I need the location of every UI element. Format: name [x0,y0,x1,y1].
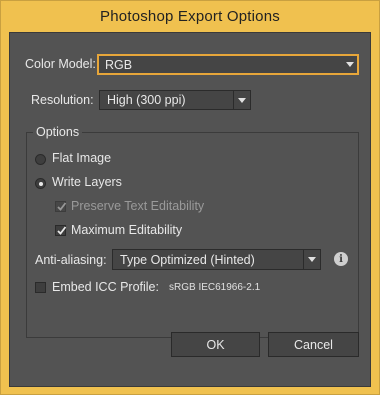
info-icon[interactable]: i [334,252,348,266]
chevron-down-icon [233,91,250,109]
color-model-label: Color Model: [25,57,96,71]
flat-image-radio[interactable] [35,154,46,165]
max-editability-checkbox[interactable] [55,225,67,236]
color-model-dropdown[interactable]: RGB [97,54,359,75]
preserve-text-checkbox[interactable] [55,201,67,212]
chevron-down-icon [341,55,358,74]
resolution-value: High (300 ppi) [107,93,186,107]
chevron-down-icon [303,250,320,269]
embed-icc-checkbox[interactable] [35,282,46,293]
icc-profile-value: sRGB IEC61966-2.1 [169,282,261,293]
checkmark-icon [57,226,67,235]
title-bar[interactable]: Photoshop Export Options [1,1,379,31]
flat-image-label[interactable]: Flat Image [52,151,111,165]
anti-aliasing-dropdown[interactable]: Type Optimized (Hinted) [112,249,321,270]
anti-aliasing-label: Anti-aliasing: [35,253,107,267]
checkmark-icon [57,202,67,211]
embed-icc-label[interactable]: Embed ICC Profile: [52,280,159,294]
resolution-label: Resolution: [31,93,94,107]
window-title: Photoshop Export Options [100,7,280,25]
resolution-dropdown[interactable]: High (300 ppi) [99,90,251,110]
export-options-window: Photoshop Export Options Color Model: RG… [0,0,380,395]
anti-aliasing-value: Type Optimized (Hinted) [120,252,255,267]
write-layers-label[interactable]: Write Layers [52,175,122,189]
preserve-text-label: Preserve Text Editability [71,199,205,213]
cancel-button[interactable]: Cancel [268,332,359,357]
color-model-value: RGB [105,57,133,72]
write-layers-radio[interactable] [35,178,46,189]
max-editability-label[interactable]: Maximum Editability [71,223,182,237]
ok-button[interactable]: OK [171,332,260,357]
options-group-title: Options [33,125,83,139]
dialog-body: Color Model: RGB Resolution: High (300 p… [9,32,371,387]
